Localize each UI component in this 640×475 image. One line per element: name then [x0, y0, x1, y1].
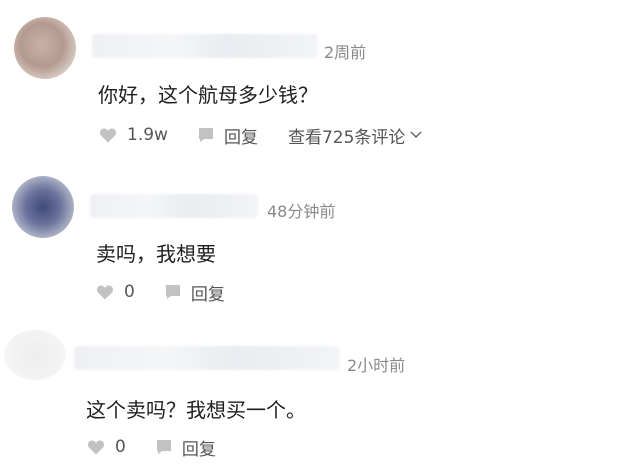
heart-icon [96, 285, 114, 300]
username-blurred[interactable] [92, 34, 318, 58]
avatar[interactable] [14, 17, 76, 79]
username-blurred[interactable] [74, 346, 340, 370]
comment-actions: 1.9w 回复 查看725条评论 [99, 123, 422, 148]
comment-time: 2周前 [324, 43, 367, 62]
comment-time: 48分钟前 [267, 202, 336, 221]
reply-label: 回复 [190, 284, 225, 305]
reply-button[interactable]: 回复 [198, 123, 258, 148]
heart-icon [87, 440, 105, 455]
comment-text: 你好，这个航母多少钱？ [98, 83, 318, 107]
comment-bubble-icon [156, 440, 171, 454]
avatar[interactable] [4, 330, 66, 380]
like-button[interactable]: 0 [87, 437, 126, 457]
username-blurred[interactable] [90, 194, 258, 218]
chevron-down-icon [410, 131, 422, 139]
comment-bubble-icon [198, 128, 213, 142]
reply-button[interactable]: 回复 [165, 280, 225, 305]
reply-label: 回复 [181, 439, 216, 460]
view-replies-link[interactable]: 查看725条评论 [288, 123, 422, 148]
comment-text: 卖吗，我想要 [96, 242, 216, 266]
like-button[interactable]: 1.9w [99, 125, 168, 145]
avatar[interactable] [12, 176, 74, 238]
view-replies-label: 查看725条评论 [287, 127, 406, 148]
heart-icon [99, 128, 117, 143]
like-count: 0 [124, 282, 135, 302]
reply-label: 回复 [223, 127, 258, 148]
comment-actions: 0 回复 [87, 435, 216, 460]
comment-actions: 0 回复 [96, 280, 225, 305]
like-button[interactable]: 0 [96, 282, 135, 302]
comment-time: 2小时前 [347, 356, 406, 375]
comment-text: 这个卖吗？我想买一个。 [86, 398, 306, 422]
comment-bubble-icon [165, 285, 180, 299]
like-count: 0 [115, 437, 126, 457]
reply-button[interactable]: 回复 [156, 435, 216, 460]
like-count: 1.9w [127, 125, 168, 145]
